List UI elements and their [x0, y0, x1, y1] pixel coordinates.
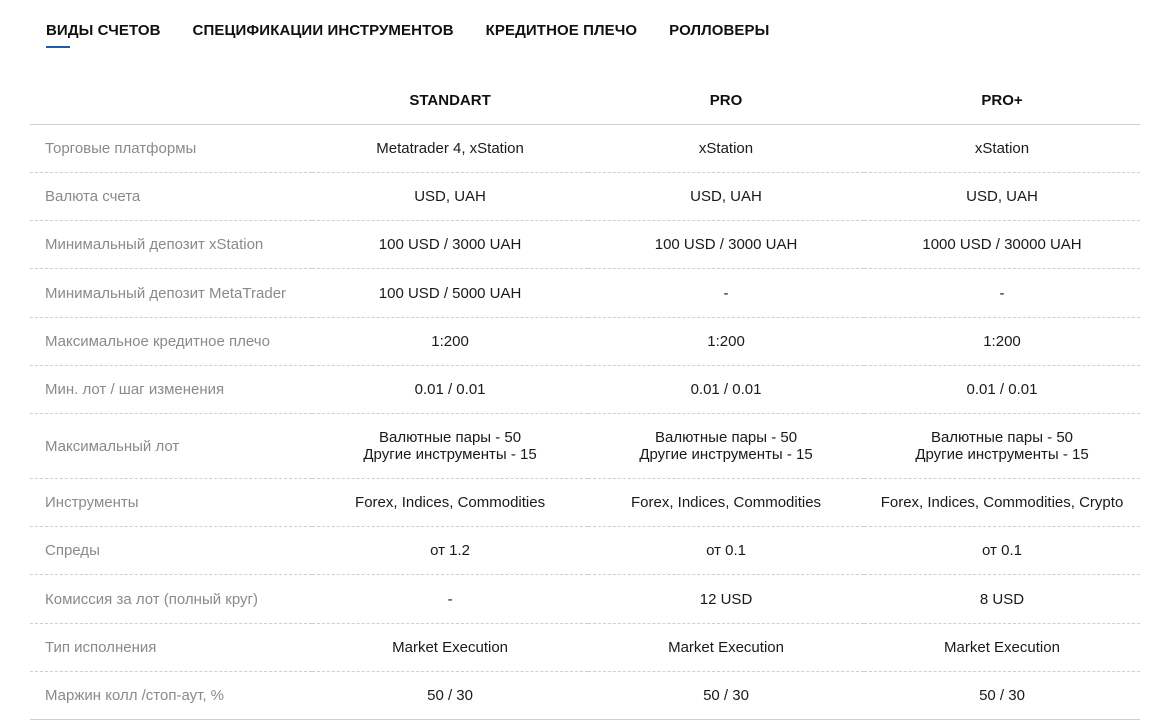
row-label: Маржин колл /стоп-аут, % [30, 671, 313, 720]
table-cell: - [588, 268, 864, 318]
table-cell: Forex, Indices, Commodities [588, 478, 864, 527]
row-label: Инструменты [30, 478, 313, 527]
account-types-table: STANDART PRO PRO+ Торговые платформы Meta… [30, 76, 1140, 720]
row-label: Мин. лот / шаг изменения [30, 365, 313, 414]
column-header-standart: STANDART [312, 76, 589, 125]
table-cell: Metatrader 4, xStation [312, 124, 589, 173]
cell-line: Другие инструменты - 15 [639, 446, 813, 463]
table-cell: 0.01 / 0.01 [864, 365, 1140, 414]
tab-bar: ВИДЫ СЧЕТОВ СПЕЦИФИКАЦИИ ИНСТРУМЕНТОВ КР… [46, 22, 801, 48]
table-cell: xStation [588, 124, 864, 173]
table-row: Минимальный депозит MetaTrader 100 USD / … [30, 268, 1140, 318]
row-label: Минимальный депозит MetaTrader [30, 268, 313, 318]
row-label: Комиссия за лот (полный круг) [30, 574, 313, 624]
row-label: Максимальный лот [30, 413, 313, 479]
table-cell: Market Execution [588, 623, 864, 672]
tab-rollovers[interactable]: РОЛЛОВЕРЫ [669, 22, 769, 48]
row-label: Минимальный депозит xStation [30, 220, 313, 269]
table-header-empty [30, 76, 313, 125]
table-row: Спреды от 1.2 от 0.1 от 0.1 [30, 526, 1140, 575]
table-cell: 1000 USD / 30000 UAH [864, 220, 1140, 269]
cell-line: Другие инструменты - 15 [915, 446, 1089, 463]
table-cell: Валютные пары - 50 Другие инструменты - 1… [864, 413, 1140, 479]
table-cell: Forex, Indices, Commodities, Crypto [864, 478, 1140, 527]
table-row: Мин. лот / шаг изменения 0.01 / 0.01 0.01 … [30, 365, 1140, 414]
column-header-pro: PRO [588, 76, 864, 125]
table-cell: Forex, Indices, Commodities [312, 478, 589, 527]
column-header-pro-plus: PRO+ [864, 76, 1140, 125]
table-cell: 12 USD [588, 574, 864, 624]
table-row: Торговые платформы Metatrader 4, xStation… [30, 124, 1140, 173]
table-cell: 100 USD / 5000 UAH [312, 268, 589, 318]
table-row: Комиссия за лот (полный круг) -12 USD 8 US… [30, 574, 1140, 624]
cell-line: Валютные пары - 50 [654, 429, 798, 446]
table-row: Максимальный лот Валютные пары - 50 Другие… [30, 413, 1140, 479]
table-cell: Валютные пары - 50 Другие инструменты - 1… [312, 413, 589, 479]
table-cell: USD, UAH [864, 172, 1140, 221]
table-cell: USD, UAH [312, 172, 589, 221]
tab-account-types[interactable]: ВИДЫ СЧЕТОВ [46, 22, 161, 48]
table-cell: xStation [864, 124, 1140, 173]
table-cell: 50 / 30 [864, 671, 1140, 720]
table-cell: 0.01 / 0.01 [312, 365, 589, 414]
table-cell: Market Execution [864, 623, 1140, 672]
table-cell: 50 / 30 [312, 671, 589, 720]
row-label: Максимальное кредитное плечо [30, 317, 313, 366]
table-cell: от 1.2 [312, 526, 589, 575]
table-cell: Market Execution [312, 623, 589, 672]
table-row: Валюта счета USD, UAH USD, UAH USD, UAH [30, 172, 1140, 221]
table-cell: от 0.1 [588, 526, 864, 575]
cell-line: Валютные пары - 50 [930, 429, 1074, 446]
table-cell: 8 USD [864, 574, 1140, 624]
row-label: Спреды [30, 526, 313, 575]
table-cell: 50 / 30 [588, 671, 864, 720]
table-cell: 1:200 [588, 317, 864, 366]
tab-instrument-specs[interactable]: СПЕЦИФИКАЦИИ ИНСТРУМЕНТОВ [193, 22, 454, 48]
row-label: Валюта счета [30, 172, 313, 221]
table-cell: Валютные пары - 50 Другие инструменты - 1… [588, 413, 864, 479]
table-cell: 0.01 / 0.01 [588, 365, 864, 414]
table-row: Маржин колл /стоп-аут, % 50 / 30 50 / 30 50… [30, 671, 1140, 720]
table-cell: 1:200 [864, 317, 1140, 366]
table-row: Минимальный депозит xStation 100 USD / 30… [30, 220, 1140, 269]
table-header-row: STANDART PRO PRO+ [30, 76, 1140, 125]
table-cell: от 0.1 [864, 526, 1140, 575]
table-cell: USD, UAH [588, 172, 864, 221]
table-cell: 100 USD / 3000 UAH [312, 220, 589, 269]
table-row: Максимальное кредитное плечо 1:200 1:200 1:… [30, 317, 1140, 366]
tab-leverage[interactable]: КРЕДИТНОЕ ПЛЕЧО [486, 22, 638, 48]
cell-line: Валютные пары - 50 [379, 429, 522, 446]
table-cell: - [864, 268, 1140, 318]
row-label: Тип исполнения [30, 623, 313, 672]
table-row: Инструменты Forex, Indices, Commodities Fo… [30, 478, 1140, 527]
row-label: Торговые платформы [30, 124, 313, 173]
table-body: Торговые платформы Metatrader 4, xStation… [30, 124, 1140, 720]
table-row: Тип исполнения Market Execution Market Exe… [30, 623, 1140, 672]
table-cell: 100 USD / 3000 UAH [588, 220, 864, 269]
table-cell: 1:200 [312, 317, 589, 366]
cell-line: Другие инструменты - 15 [363, 446, 537, 463]
table-cell: - [312, 574, 589, 624]
